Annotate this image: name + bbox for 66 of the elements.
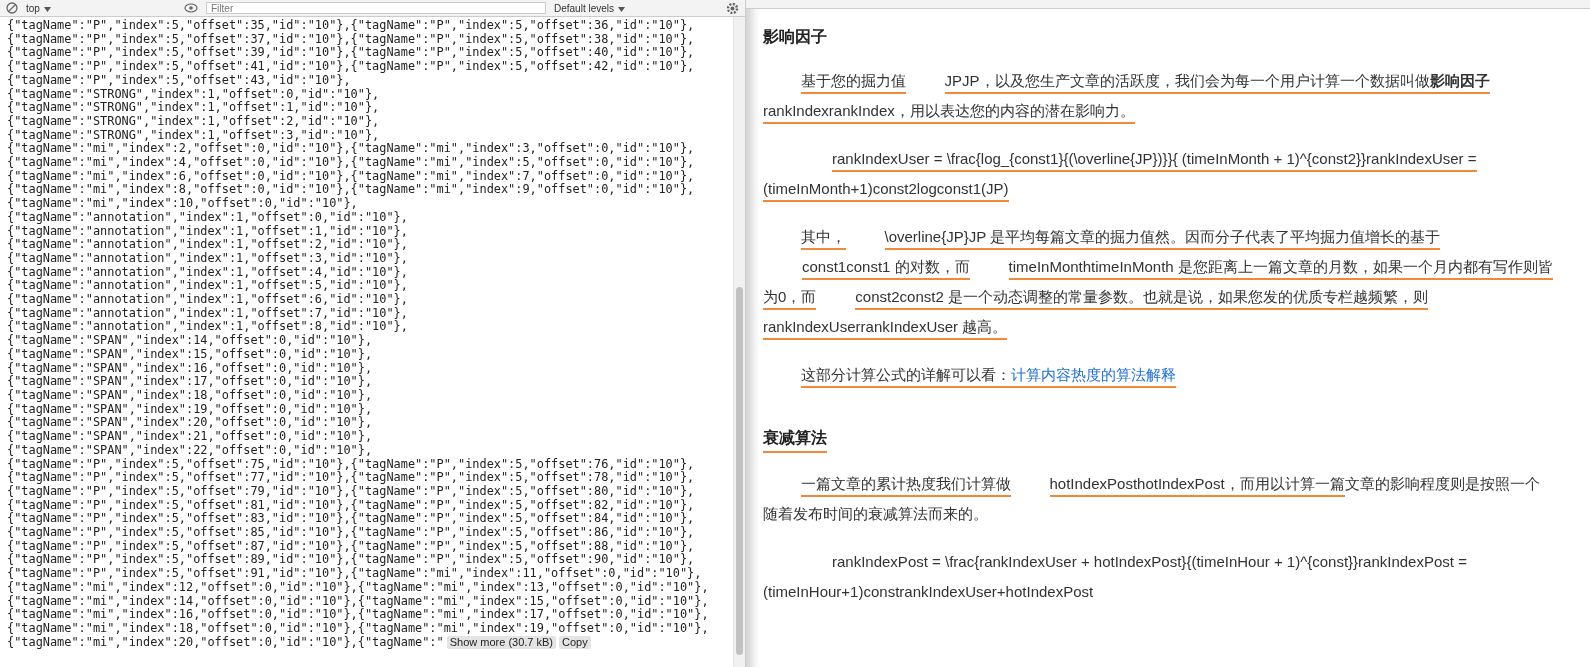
console-button[interactable]: Copy [559, 635, 591, 649]
console-line: {"tagName":"SPAN","index":19,"offset":0,"id":"10"}, [7, 402, 374, 417]
console-button[interactable]: Show more (30.7 kB) [446, 635, 556, 649]
clear-console-icon[interactable] [6, 2, 18, 14]
console-line: {"tagName":"P","index":5,"offset":83,"id":"10"},{"tagName":"P","index":5,"offset":84,"id":"10"}, [7, 512, 696, 526]
console-line: {"tagName":"P","index":5,"offset":35,"id":"10"},{"tagName":"P","index":5,"offset":36,"id":"10"}, [7, 19, 696, 33]
console-line: {"tagName":"annotation","index":1,"offset":0,"id":"10"}, [7, 210, 409, 225]
console-line: {"tagName":"annotation","index":1,"offset":6,"id":"10"}, [7, 293, 409, 307]
console-line: {"tagName":"mi","index":2,"offset":0,"id":"10"},{"tagName":"mi","index":3,"offset":0,"id":"10"}, [7, 142, 696, 156]
console-line: {"tagName":"mi","index":6,"offset":0,"id":"10"},{"tagName":"mi","index":7,"offset":0,"id":"10"}, [7, 169, 696, 184]
console-line: {"tagName":"SPAN","index":14,"offset":0,"id":"10"}, [7, 334, 373, 348]
console-line: {"tagName":"P","index":5,"offset":75,"id":"10"},{"tagName":"P","index":5,"offset":76,"id":"10"}, [7, 457, 696, 472]
console-line: {"tagName":"P","index":5,"offset":91,"id":"10"},{"tagName":"mi","index":11,"offset":0,"id":"10"}, [7, 567, 703, 581]
console-line: {"tagName":"P","index":5,"offset":89,"id":"10"},{"tagName":"P","index":5,"offset":90,"id":"10"}, [7, 553, 695, 568]
console-line: {"tagName":"annotation","index":1,"offset":2,"id":"10"}, [7, 238, 409, 252]
console-line: {"tagName":"mi","index":8,"offset":0,"id":"10"},{"tagName":"mi","index":9,"offset":0,"id":"10"}, [7, 183, 696, 198]
settings-icon[interactable] [726, 1, 739, 15]
console-line: {"tagName":"SPAN","index":16,"offset":0,"id":"10"}, [7, 361, 374, 376]
paragraph: 基于您的掘力值 JPJP，以及您生产文章的活跃度，我们会为每一个用户计算一个数据叫做影响因子 rankIndexrankIndex，用以表达您的内容的潜在影响力。 [763, 66, 1553, 126]
caret-icon [43, 6, 51, 12]
console-line: {"tagName":"P","index":5,"offset":87,"id":"10"},{"tagName":"P","index":5,"offset":88,"id":"10"}, [7, 539, 696, 554]
formula-text: rankIndexPost = \frac{rankIndexUser + hotIndexPost}{(timeInHour + 1)^{const}}rankIndexPost = (timeInHour+1)constrankIndexUser+hotIndexPost [763, 552, 1468, 602]
paragraph: 这部分计算公式的详解可以看：计算内容热度的算法解释 [763, 360, 1553, 390]
console-line: {"tagName":"mi","index":4,"offset":0,"id":"10"},{"tagName":"mi","index":5,"offset":0,"id":"10"}, [7, 156, 696, 170]
console-line: {"tagName":"P","index":5,"offset":43,"id":"10"}, [7, 73, 351, 88]
console-line: {"tagName":"mi","index":10,"offset":0,"id":"10"}, [7, 197, 358, 211]
console-line: {"tagName":"annotation","index":1,"offset":1,"id":"10"}, [7, 224, 409, 239]
console-line: {"tagName":"P","index":5,"offset":39,"id":"10"},{"tagName":"P","index":5,"offset":40,"id":"10"}, [7, 46, 696, 61]
console-line: {"tagName":"mi","index":18,"offset":0,"id":"10"},{"tagName":"mi","index":19,"offset":0,"id":"10"}, [7, 621, 710, 636]
section-heading: 影响因子 [763, 27, 827, 47]
console-line: {"tagName":"STRONG","index":1,"offset":3,"id":"10"}, [7, 128, 380, 143]
console-line: {"tagName":"SPAN","index":21,"offset":0,"id":"10"}, [7, 430, 374, 444]
console-line: {"tagName":"mi","index":16,"offset":0,"id":"10"},{"tagName":"mi","index":17,"offset":0,"id":"10"}, [7, 608, 710, 622]
console-line: {"tagName":"STRONG","index":1,"offset":1,"id":"10"}, [7, 101, 381, 115]
console-line: {"tagName":"SPAN","index":15,"offset":0,"id":"10"}, [7, 347, 374, 362]
console-line: {"tagName":"annotation","index":1,"offset":3,"id":"10"}, [7, 251, 409, 266]
eye-icon[interactable] [184, 3, 198, 13]
log-levels-dropdown[interactable]: Default levels [554, 2, 718, 14]
console-line: {"tagName":"SPAN","index":18,"offset":0,"id":"10"}, [7, 389, 374, 403]
console-line: {"tagName":"mi","index":14,"offset":0,"id":"10"},{"tagName":"mi","index":15,"offset":0,"id":"10"}, [7, 594, 710, 609]
console-line: {"tagName":"SPAN","index":22,"offset":0,"id":"10"}, [7, 443, 374, 458]
formula-text: rankIndexUser = \frac{log_{const1}{(\overline{JP})}}{ (timeInMonth + 1)^{const2}}rankIndexUser = (timeInMonth+1)const2logconst1(JP) [763, 144, 1553, 204]
console-line: {"tagName":"annotation","index":1,"offset":7,"id":"10"}, [7, 306, 409, 321]
console-line: {"tagName":"STRONG","index":1,"offset":2,"id":"10"}, [7, 114, 381, 129]
console-line: {"tagName":"annotation","index":1,"offset":4,"id":"10"}, [7, 265, 409, 280]
console-line: {"tagName":"P","index":5,"offset":79,"id":"10"},{"tagName":"P","index":5,"offset":80,"id":"10"}, [7, 484, 696, 499]
paragraph: 其中， \overline{JP}JP 是平均每篇文章的掘力值然。因而分子代表了平均掘力值增长的基于 const1const1 的对数，而 timeInMonthtimeInMonth 是您距离上一篇文章的月数，如果一个月内都有写作则皆为0，而 const2const2 是一个动态调整的常量参数。也就是说，如果您发的优质专栏越频繁，则 rankIndexUserrankIndexUser 越高。 [763, 222, 1553, 342]
console-line: {"tagName":"mi","index":12,"offset":0,"id":"10"},{"tagName":"mi","index":13,"offset":0,"id":"10"}, [7, 580, 710, 595]
context-selector[interactable]: top [26, 2, 176, 14]
paragraph: 一篇文章的累计热度我们计算做 hotIndexPosthotIndexPost，而用以计算一篇文章的影响程度则是按照一个随着发布时间的衰减算法而来的。 [763, 474, 1541, 524]
filter-field[interactable]: Filter [206, 2, 546, 14]
console-line: {"tagName":"SPAN","index":17,"offset":0,"id":"10"}, [7, 375, 374, 389]
console-line: {"tagName":"P","index":5,"offset":81,"id":"10"},{"tagName":"P","index":5,"offset":82,"id":"10"}, [7, 498, 696, 513]
article-link[interactable]: 计算内容热度的算法解释 [1010, 366, 1176, 388]
console-line: {"tagName":"P","index":5,"offset":41,"id":"10"},{"tagName":"P","index":5,"offset":42,"id":"10"}, [7, 60, 696, 74]
scrollbar[interactable] [733, 17, 745, 667]
console-line: {"tagName":"P","index":5,"offset":85,"id":"10"},{"tagName":"P","index":5,"offset":86,"id":"10"}, [7, 526, 696, 540]
console-line: {"tagName":"SPAN","index":20,"offset":0,"id":"10"}, [7, 416, 374, 431]
console-line: {"tagName":"mi","index":20,"offset":0,"id":"10"},{"tagName":" Show more (30.7 kB) Copy [7, 635, 733, 650]
console-line: {"tagName":"P","index":5,"offset":77,"id":"10"},{"tagName":"P","index":5,"offset":78,"id":"10"}, [7, 471, 696, 485]
caret-icon [618, 6, 626, 12]
section-heading: 衰减算法 [763, 428, 827, 453]
console-line: {"tagName":"STRONG","index":1,"offset":0,"id":"10"}, [7, 87, 381, 102]
console-line: {"tagName":"annotation","index":1,"offset":5,"id":"10"}, [7, 279, 409, 293]
console-line: {"tagName":"P","index":5,"offset":37,"id":"10"},{"tagName":"P","index":5,"offset":38,"id":"10"}, [7, 32, 696, 47]
console-line: {"tagName":"annotation","index":1,"offset":8,"id":"10"}, [7, 320, 409, 335]
